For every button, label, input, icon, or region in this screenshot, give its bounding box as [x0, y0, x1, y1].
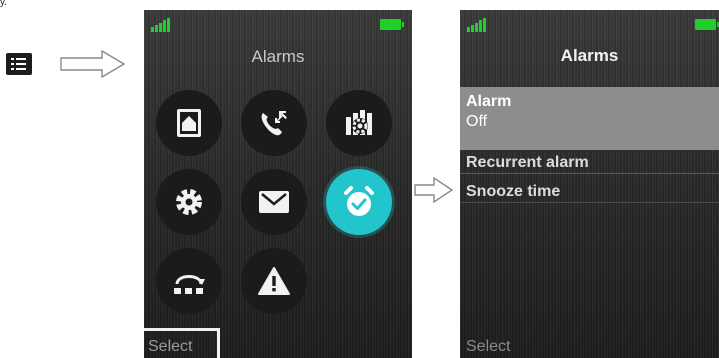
main-menu-screen: Alarms Select [144, 10, 412, 358]
messages-icon[interactable] [241, 169, 307, 235]
list-item-value: Off [466, 113, 488, 130]
list-item-snooze-time[interactable]: Snooze time [460, 180, 719, 203]
arrow-right-small-icon [414, 176, 454, 204]
caption-text: y. [0, 0, 8, 8]
list-item-label: Recurrent alarm [466, 154, 589, 171]
list-item-recurrent-alarm[interactable]: Recurrent alarm [460, 151, 719, 174]
battery-icon [380, 19, 404, 30]
list-item-label: Snooze time [466, 183, 561, 200]
contacts-icon[interactable] [156, 90, 222, 156]
settings-icon[interactable] [156, 169, 222, 235]
select-softkey[interactable]: Select [148, 338, 192, 356]
battery-icon [695, 19, 719, 30]
signal-strength-icon [467, 18, 486, 32]
list-item-label: Alarm [466, 93, 512, 110]
settings-panel-icon[interactable] [326, 90, 392, 156]
alert-icon[interactable] [241, 248, 307, 314]
alarms-screen: Alarms Alarm Off Recurrent alarm Snooze … [460, 10, 719, 358]
signal-strength-icon [151, 18, 170, 32]
connections-icon[interactable] [156, 248, 222, 314]
list-item-alarm[interactable]: Alarm Off [460, 87, 719, 150]
alarm-clock-icon[interactable] [326, 169, 392, 235]
page-title: Alarms [251, 47, 305, 66]
page-title: Alarms [560, 46, 619, 65]
menu-key-icon [6, 53, 32, 75]
arrow-right-icon [60, 50, 126, 78]
select-softkey[interactable]: Select [466, 338, 510, 356]
call-list-icon[interactable] [241, 90, 307, 156]
